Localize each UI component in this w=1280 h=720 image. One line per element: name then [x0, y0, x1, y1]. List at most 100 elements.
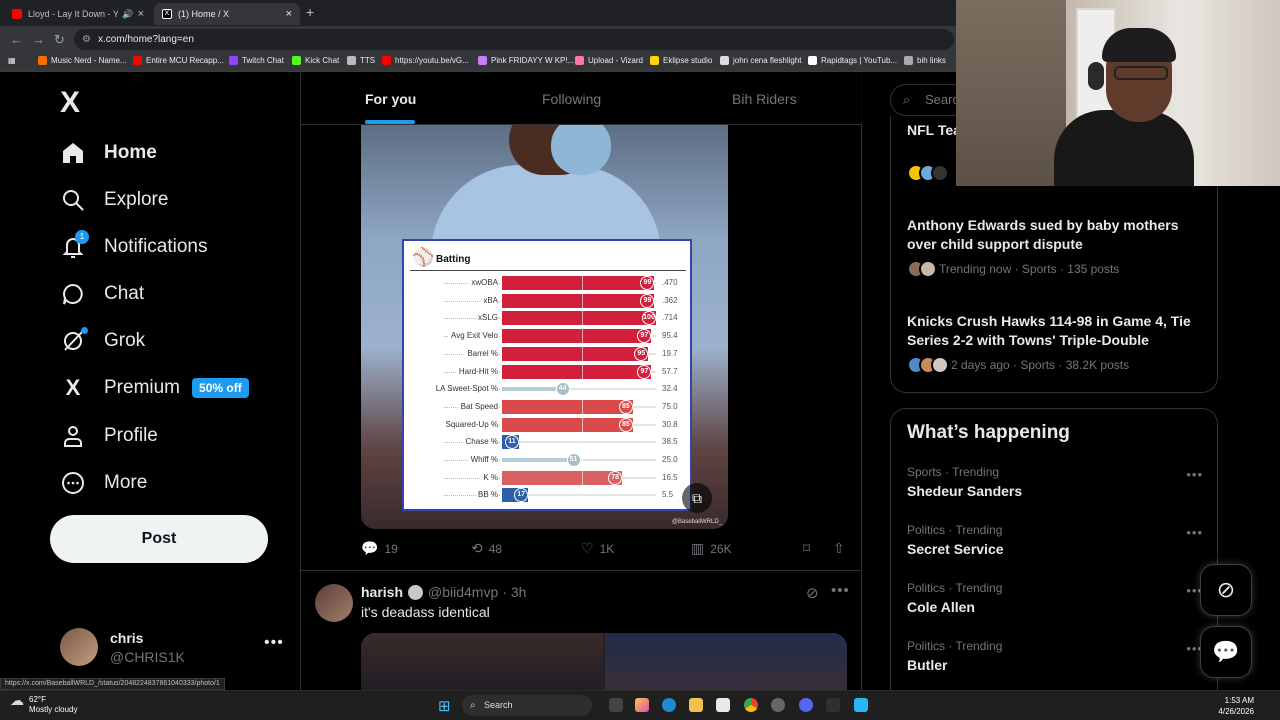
chart-percentile-label: 95 [634, 346, 649, 361]
repost-count: 48 [488, 541, 503, 556]
tab-for-you[interactable]: For you [365, 91, 416, 107]
system-clock[interactable]: 1:53 AM 4/26/2026 [1218, 695, 1254, 717]
taskbar-search[interactable]: ⌕ Search [462, 695, 592, 716]
bookmark-item[interactable]: Rapidtags | YouTub... [808, 56, 897, 65]
trend-meta: 2 days ago · Sports · 38.2K posts [907, 356, 1129, 374]
app-icon[interactable] [854, 698, 868, 712]
reload-button[interactable]: ↻ [54, 32, 65, 48]
bookmark-button[interactable]: ⌑ [803, 540, 816, 557]
app-icon[interactable] [771, 698, 785, 712]
new-tab-button[interactable]: + [306, 4, 314, 20]
more-icon[interactable]: ••• [831, 582, 850, 599]
weather-widget[interactable]: ☁ 62°F Mostly cloudy [10, 693, 77, 715]
sidebar-item-chat[interactable]: Chat [60, 276, 144, 312]
bookmark-item[interactable]: Kick Chat [292, 56, 339, 65]
file-explorer-icon[interactable] [689, 698, 703, 712]
author-name[interactable]: harish [361, 584, 403, 600]
chart-bar [502, 329, 652, 344]
site-info-icon[interactable]: ⚙ [82, 29, 91, 50]
bookmark-item[interactable]: john cena fleshlight [720, 56, 802, 65]
close-tab-icon[interactable]: × [286, 8, 292, 20]
chat-fab-button[interactable]: 💬 [1200, 626, 1252, 678]
trend-item[interactable]: Politics · Trending Cole Allen ••• [907, 581, 1207, 625]
browser-tab-youtube[interactable]: Lloyd - Lay It Down - YouTube 🔊 × [4, 3, 152, 25]
chat-icon [60, 281, 86, 307]
chart-bar [502, 470, 623, 485]
bookmark-item[interactable]: Twitch Chat [229, 56, 284, 65]
sidebar-item-notifications[interactable]: 1 Notifications [60, 229, 208, 265]
sidebar-item-home[interactable]: Home [60, 135, 157, 171]
url-input[interactable]: ⚙ x.com/home?lang=en [74, 29, 954, 50]
sidebar-item-premium[interactable]: X Premium 50% off [60, 370, 249, 406]
bookmark-item[interactable]: Music Nerd - Name... [38, 56, 127, 65]
bookmark-item[interactable]: TTS [347, 56, 375, 65]
sidebar-item-grok[interactable]: Grok [60, 323, 145, 359]
media-right-image[interactable] [605, 633, 847, 690]
sidebar-item-profile[interactable]: Profile [60, 418, 158, 454]
trend-category: Politics · Trending [907, 639, 1003, 653]
chart-title-rule [410, 270, 686, 271]
grok-fab-button[interactable]: ⊘ [1200, 564, 1252, 616]
post-actions: 💬 19 ⟲ 48 ♡ 1K ▥ 26K ⌑ ⇧ [361, 540, 851, 560]
trend-item[interactable]: Politics · Trending Secret Service ••• [907, 523, 1207, 567]
post-time[interactable]: · 3h [502, 584, 526, 600]
bookmark-item[interactable]: Eklipse studio [650, 56, 712, 65]
more-icon[interactable]: ••• [1186, 467, 1203, 482]
sidebar-item-more[interactable]: More [60, 465, 147, 501]
browser-tab-x[interactable]: X (1) Home / X × [154, 3, 300, 25]
trend-title[interactable]: Anthony Edwards sued by baby mothers ove… [907, 216, 1197, 254]
post-media-image[interactable] [361, 633, 847, 690]
audio-icon[interactable]: 🔊 [122, 9, 133, 20]
trend-item[interactable]: Sports · Trending Shedeur Sanders ••• [907, 465, 1207, 509]
chart-track: 85 [502, 399, 656, 414]
edge-icon[interactable] [662, 698, 676, 712]
trend-title: Butler [907, 657, 948, 673]
more-icon[interactable]: ••• [264, 634, 284, 652]
post-button[interactable]: Post [50, 515, 268, 563]
more-icon[interactable]: ••• [1186, 525, 1203, 540]
trend-title[interactable]: Knicks Crush Hawks 114-98 in Game 4, Tie… [907, 312, 1197, 350]
bookmark-item[interactable]: https://youtu.be/vG... [382, 56, 469, 65]
bookmark-item[interactable]: bih links [904, 56, 946, 65]
like-button[interactable]: ♡ 1K [581, 540, 614, 557]
copilot-icon[interactable] [635, 698, 649, 712]
bookmark-item[interactable]: Upload - Vizard [575, 56, 643, 65]
reply-button[interactable]: 💬 19 [361, 540, 398, 557]
account-switcher[interactable]: chris @CHRIS1K ••• [60, 628, 290, 668]
avatar[interactable] [315, 584, 353, 622]
trend-item[interactable]: Politics · Trending Butler ••• [907, 639, 1207, 683]
repost-button[interactable]: ⟲ 48 [471, 540, 502, 557]
close-tab-icon[interactable]: × [138, 8, 144, 20]
app-icon[interactable] [826, 698, 840, 712]
author-handle[interactable]: @biid4mvp [428, 584, 498, 600]
clock-time: 1:53 AM [1224, 696, 1254, 705]
chrome-icon[interactable] [744, 698, 758, 712]
apps-icon[interactable]: ▦ [8, 56, 16, 65]
forward-button[interactable]: → [32, 32, 45, 47]
discord-icon[interactable] [799, 698, 813, 712]
sidebar-item-explore[interactable]: Explore [60, 182, 168, 218]
premium-discount-badge: 50% off [192, 378, 249, 398]
windows-start-icon[interactable]: ⊞ [438, 697, 451, 715]
view-count: 26K [710, 541, 732, 556]
grok-icon[interactable]: ⊘ [806, 584, 819, 602]
chart-percentile-label: 85 [618, 417, 633, 432]
chart-track: 95 [502, 346, 656, 361]
share-button[interactable]: ⇧ [833, 540, 851, 557]
more-circle-icon [60, 470, 86, 496]
chart-row: Barrel % 95 19.7 [404, 346, 694, 362]
store-icon[interactable] [716, 698, 730, 712]
back-button[interactable]: ← [10, 32, 23, 47]
bookmark-item[interactable]: Entire MCU Recapp... [133, 56, 224, 65]
tab-bih-riders[interactable]: Bih Riders [732, 91, 797, 107]
x-logo-icon[interactable]: X [60, 86, 80, 120]
post-media-image[interactable]: ⚾ Batting xwOBA 99 .470 xBA 99 .362 xSLG 100 .71… [361, 125, 728, 529]
grok-image-icon[interactable]: ⧉ [682, 483, 712, 513]
tab-following[interactable]: Following [542, 91, 601, 107]
bookmark-item[interactable]: Pink FRIDAYY W KP!... [478, 56, 574, 65]
media-left-image[interactable] [361, 633, 603, 690]
views-button[interactable]: ▥ 26K [691, 540, 732, 557]
chart-value-label: .470 [662, 278, 678, 287]
task-view-icon[interactable] [609, 698, 623, 712]
chart-track: 97 [502, 329, 656, 344]
